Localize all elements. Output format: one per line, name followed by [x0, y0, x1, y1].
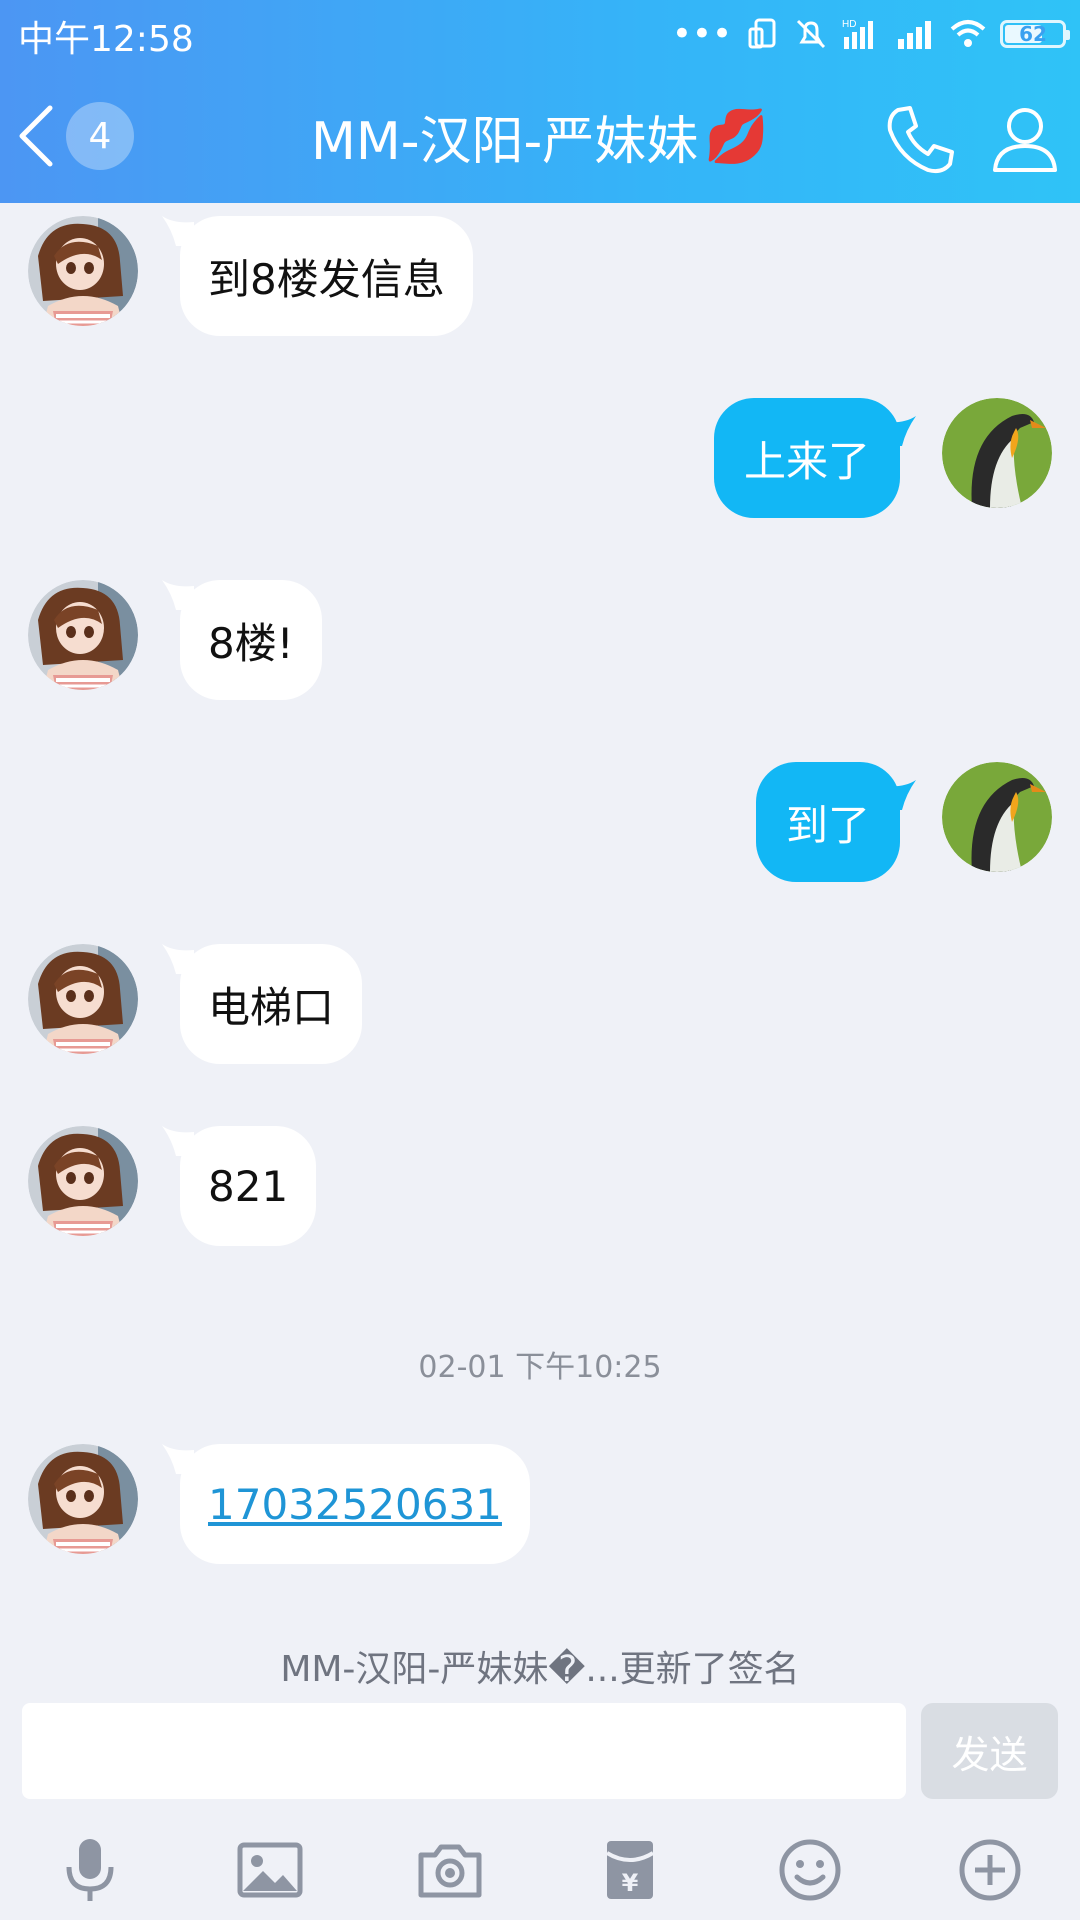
call-button[interactable]: [880, 100, 960, 180]
hd-signal-icon: HD: [842, 19, 873, 49]
back-button[interactable]: 4: [16, 100, 136, 172]
red-packet-icon: ¥: [605, 1841, 655, 1899]
phone-icon: [887, 106, 954, 174]
plus-icon: [959, 1839, 1021, 1901]
message-incoming: 17032520631: [0, 1438, 1080, 1568]
message-incoming: 821: [0, 1120, 1080, 1250]
camera-button[interactable]: [410, 1830, 490, 1910]
chevron-left-icon: [19, 105, 53, 167]
unread-count-badge: 4: [66, 102, 134, 170]
message-bubble[interactable]: 8楼!: [180, 580, 322, 700]
contact-name: MM-汉阳-严妹妹: [310, 111, 699, 172]
more-dots-icon: •••: [671, 14, 732, 54]
more-button[interactable]: [950, 1830, 1030, 1910]
svg-text:HD: HD: [842, 19, 856, 30]
chat-header: 中午12:58 ••• HD 62 4 MM-汉阳-严妹妹 💋: [0, 0, 1080, 203]
message-input[interactable]: [22, 1703, 906, 1799]
emoji-button[interactable]: [770, 1830, 850, 1910]
camera-icon: [418, 1844, 482, 1898]
message-bubble: 17032520631: [180, 1444, 530, 1564]
my-avatar[interactable]: [942, 398, 1052, 508]
image-button[interactable]: [230, 1830, 310, 1910]
microphone-icon: [66, 1839, 114, 1901]
chat-title: MM-汉阳-严妹妹 💋: [230, 100, 850, 172]
battery-level: 62: [1019, 22, 1047, 46]
person-icon: [993, 108, 1057, 172]
image-icon: [237, 1842, 303, 1898]
message-bubble[interactable]: 上来了: [713, 398, 900, 518]
message-bubble[interactable]: 821: [180, 1126, 317, 1246]
message-incoming: 8楼!: [0, 574, 1080, 704]
bottom-toolbar: ¥: [0, 1820, 1080, 1920]
red-packet-button[interactable]: ¥: [590, 1830, 670, 1910]
svg-text:¥: ¥: [622, 1869, 639, 1897]
status-bar: 中午12:58 ••• HD 62: [0, 0, 1080, 66]
send-button[interactable]: 发送: [921, 1703, 1058, 1799]
contact-avatar[interactable]: [28, 580, 138, 690]
message-bubble[interactable]: 到8楼发信息: [180, 216, 473, 336]
lips-emoji: 💋: [704, 106, 769, 167]
profile-button[interactable]: [985, 100, 1065, 180]
status-icons: ••• HD 62: [671, 12, 1070, 56]
phone-number-link[interactable]: 17032520631: [208, 1480, 502, 1529]
message-incoming: 到8楼发信息: [0, 210, 1080, 340]
message-bubble[interactable]: 到了: [755, 762, 900, 882]
voice-button[interactable]: [50, 1830, 130, 1910]
wifi-icon: [950, 20, 986, 47]
contact-avatar[interactable]: [28, 944, 138, 1054]
contact-avatar[interactable]: [28, 1126, 138, 1236]
message-timestamp: 02-01 下午10:25: [418, 1350, 662, 1385]
contact-avatar[interactable]: [28, 216, 138, 326]
contact-avatar[interactable]: [28, 1444, 138, 1554]
rotate-lock-icon: [748, 18, 776, 49]
message-outgoing: 上来了: [0, 394, 1080, 524]
message-incoming: 电梯口: [0, 938, 1080, 1068]
signal-icon: [898, 21, 931, 49]
nav-bar: 4 MM-汉阳-严妹妹 💋: [0, 70, 1080, 200]
mute-bell-icon: [796, 19, 826, 49]
message-bubble[interactable]: 电梯口: [180, 944, 363, 1064]
my-avatar[interactable]: [942, 762, 1052, 872]
status-time: 中午12:58: [18, 19, 194, 60]
signature-update-notice[interactable]: MM-汉阳-严妹妹�...更新了签名: [0, 1640, 1080, 1692]
message-outgoing: 到了: [0, 758, 1080, 888]
emoji-icon: [779, 1839, 841, 1901]
battery-icon: 62: [1000, 20, 1070, 48]
